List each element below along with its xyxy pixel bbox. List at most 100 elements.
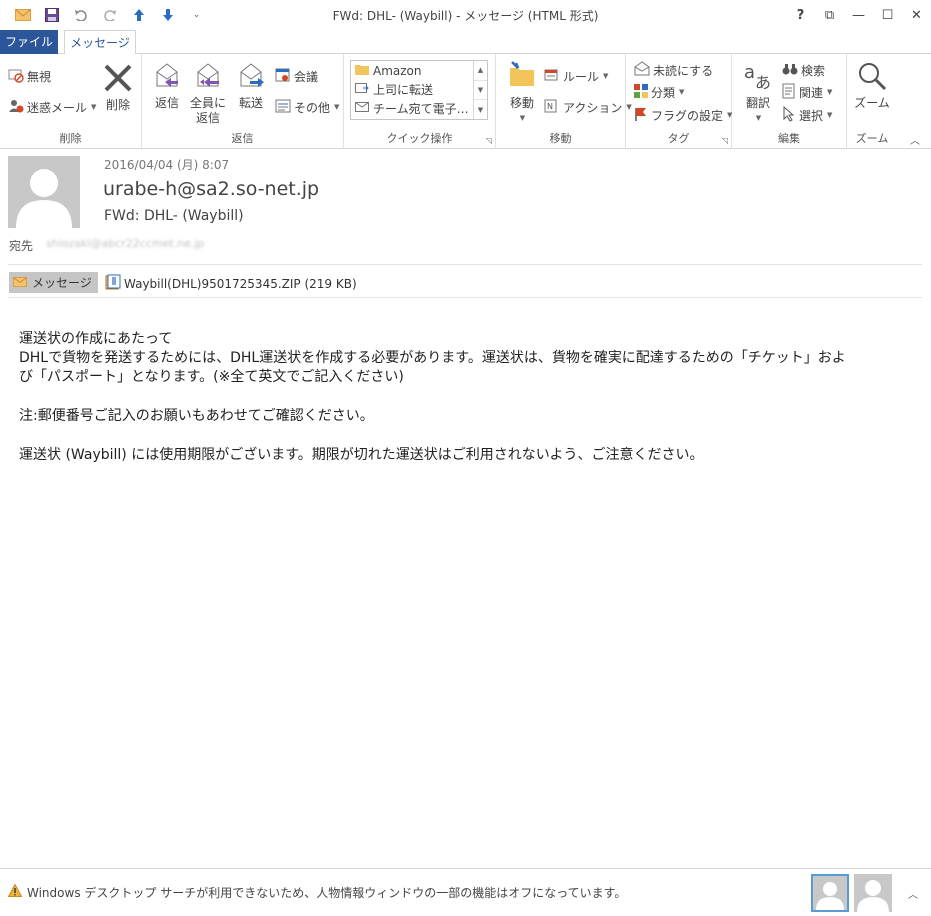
select-button[interactable]: 選択 ▼	[782, 105, 832, 125]
scroll-up-button[interactable]: ▲	[474, 61, 487, 81]
ribbon: 無視 迷惑メール ▼ 削除 削除 返信 全員に 返信 転送 会議 その他 ▼ 返…	[0, 54, 931, 149]
delete-button[interactable]: 削除	[98, 62, 138, 113]
zoom-group-label: ズーム	[855, 132, 889, 145]
move-group: 移動 ▼ ルール ▼ N アクション ▼ 移動	[496, 54, 632, 149]
respond-group-label: 返信	[231, 132, 254, 145]
down-arrow-icon[interactable]	[153, 5, 182, 25]
ignore-icon	[8, 67, 24, 86]
people-avatar[interactable]	[811, 874, 849, 912]
folder-icon	[355, 63, 369, 78]
more-respond-button[interactable]: その他 ▼	[275, 97, 339, 117]
delete-group: 無視 迷惑メール ▼ 削除 削除	[0, 54, 142, 149]
mark-unread-button[interactable]: 未読にする	[634, 60, 713, 80]
find-button[interactable]: 検索	[782, 60, 825, 80]
ribbon-display-button[interactable]: ⧉	[815, 0, 844, 30]
body-line: 運送状 (Waybill) には使用期限がございます。期限が切れた運送状はご利用…	[19, 447, 704, 463]
categorize-button[interactable]: 分類 ▼	[634, 82, 684, 102]
tab-file[interactable]: ファイル	[0, 30, 58, 54]
body-line: 注:郵便番号ご記入のお願いもあわせてご確認ください。	[19, 408, 374, 424]
respond-group: 返信 全員に 返信 転送 会議 その他 ▼ 返信	[142, 54, 344, 149]
ribbon-tabs: ファイル メッセージ	[0, 30, 931, 55]
tab-message[interactable]: メッセージ	[64, 30, 136, 55]
warning-icon	[7, 883, 23, 900]
reply-button[interactable]: 返信	[148, 60, 186, 111]
tags-group-label: タグ	[667, 132, 690, 145]
tags-group: 未読にする 分類 ▼ フラグの設定 ▼ タグ ◹	[626, 54, 732, 149]
scroll-down-button[interactable]: ▼	[474, 81, 487, 101]
reply-icon	[151, 60, 183, 96]
cursor-icon	[782, 105, 796, 125]
quick-steps-launcher-icon[interactable]: ◹	[486, 136, 492, 145]
quick-steps-label: クイック操作	[386, 132, 453, 145]
message-chip[interactable]: メッセージ	[9, 272, 98, 293]
quick-step-item[interactable]: Amazon	[351, 61, 487, 80]
quick-steps-gallery: Amazon 上司に転送 チーム宛て電子… ▲ ▼ ▼	[350, 60, 488, 120]
svg-text:a: a	[744, 62, 755, 83]
related-button[interactable]: 関連 ▼	[782, 82, 832, 102]
reply-all-button[interactable]: 全員に 返信	[188, 60, 228, 126]
binoculars-icon	[782, 62, 798, 79]
zoom-button[interactable]: ズーム	[851, 60, 893, 111]
sender-address[interactable]: urabe-h@sa2.so-net.jp	[103, 178, 319, 200]
quick-step-item[interactable]: 上司に転送	[351, 80, 487, 99]
envelope-icon[interactable]	[8, 5, 37, 25]
help-button[interactable]: ?	[786, 0, 815, 30]
quick-access-toolbar: ⌄	[8, 5, 211, 25]
move-folder-icon	[506, 60, 538, 96]
to-recipient[interactable]: shiozaki@abcr22ccmet.ne.jp	[46, 237, 204, 250]
actions-button[interactable]: N アクション ▼	[544, 97, 632, 117]
body-line: び「パスポート」となります。(※全て英文でご記入ください)	[19, 369, 404, 385]
attachment-divider	[8, 297, 922, 298]
message-subject: FWd: DHL- (Waybill)	[104, 208, 244, 224]
close-button[interactable]: ✕	[902, 0, 931, 30]
rules-button[interactable]: ルール ▼	[544, 66, 608, 86]
customize-qat-icon[interactable]: ⌄	[182, 5, 211, 25]
people-avatar[interactable]	[854, 874, 892, 912]
message-header: 2016/04/04 (月) 8:07 urabe-h@sa2.so-net.j…	[0, 150, 931, 270]
unread-envelope-icon	[634, 60, 650, 80]
tags-launcher-icon[interactable]: ◹	[722, 136, 728, 145]
categorize-icon	[634, 83, 648, 101]
undo-icon[interactable]	[66, 5, 95, 25]
rules-icon	[544, 67, 560, 86]
forward-button[interactable]: 転送	[232, 60, 270, 111]
up-arrow-icon[interactable]	[124, 5, 153, 25]
zip-file-icon	[105, 274, 121, 293]
follow-up-button[interactable]: フラグの設定 ▼	[634, 105, 732, 125]
delete-group-label: 削除	[59, 132, 82, 145]
window-controls: ? ⧉ — ☐ ✕	[786, 0, 931, 30]
to-label: 宛先	[9, 239, 34, 253]
reply-all-icon	[192, 60, 224, 96]
expand-people-pane-icon[interactable]: ︿	[908, 886, 918, 901]
move-button[interactable]: 移動 ▼	[502, 60, 542, 126]
edit-group-label: 編集	[778, 132, 800, 145]
translate-button[interactable]: aあ 翻訳 ▼	[738, 60, 778, 126]
maximize-button[interactable]: ☐	[873, 0, 902, 30]
gallery-expand-button[interactable]: ▼	[474, 100, 487, 119]
meeting-button[interactable]: 会議	[275, 66, 318, 86]
save-icon[interactable]	[37, 5, 66, 25]
sender-avatar	[8, 156, 80, 228]
related-icon	[782, 83, 796, 102]
collapse-ribbon-icon[interactable]: ︿	[910, 132, 920, 147]
body-line: DHLで貨物を発送するためには、DHL運送状を作成する必要があります。運送状は、…	[19, 350, 846, 366]
translate-icon: aあ	[742, 60, 774, 96]
title-bar: ⌄ FWd: DHL- (Waybill) - メッセージ (HTML 形式) …	[0, 0, 931, 30]
quick-step-item[interactable]: チーム宛て電子…	[351, 99, 487, 118]
forward-to-manager-icon	[355, 82, 369, 97]
ignore-button[interactable]: 無視	[8, 66, 51, 86]
minimize-button[interactable]: —	[844, 0, 873, 30]
flag-icon	[634, 107, 648, 124]
header-divider	[8, 264, 922, 265]
junk-icon	[8, 98, 24, 117]
attachment-file[interactable]: Waybill(DHL)9501725345.ZIP (219 KB)	[105, 274, 357, 293]
status-message: Windows デスクトップ サーチが利用できないため、人物情報ウィンドウの一部…	[27, 886, 627, 900]
envelope-icon	[13, 276, 27, 290]
redo-icon[interactable]	[95, 5, 124, 25]
junk-button[interactable]: 迷惑メール ▼	[8, 97, 96, 117]
magnifier-icon	[856, 60, 888, 96]
more-icon	[275, 98, 291, 117]
edit-group: aあ 翻訳 ▼ 検索 関連 ▼ 選択 ▼ 編集	[732, 54, 847, 149]
body-line: 運送状の作成にあたって	[19, 331, 173, 347]
attachment-bar: メッセージ Waybill(DHL)9501725345.ZIP (219 KB…	[0, 270, 931, 296]
